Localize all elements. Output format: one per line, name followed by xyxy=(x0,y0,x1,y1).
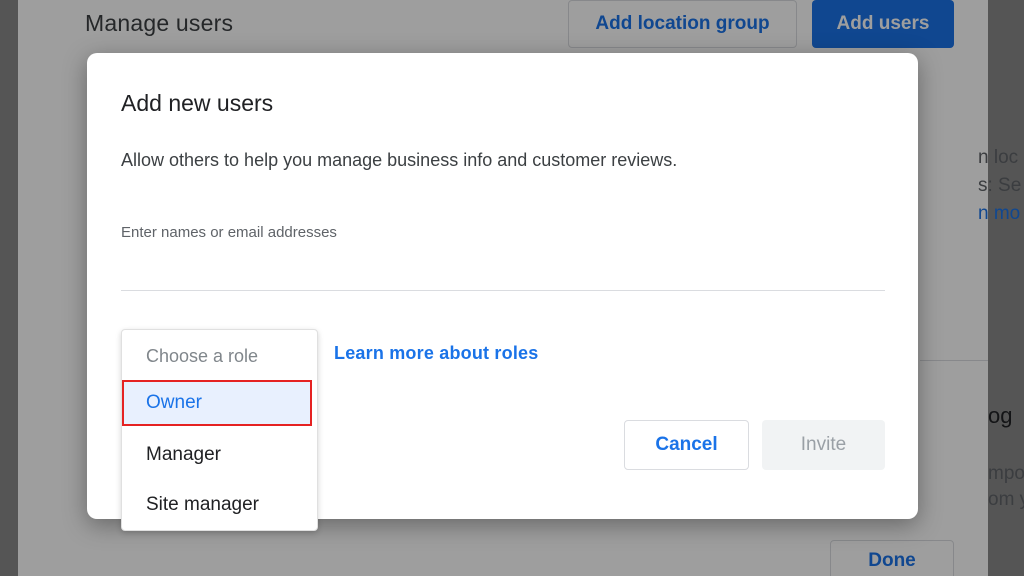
role-option-owner[interactable]: Owner xyxy=(122,380,312,426)
role-option-site-manager[interactable]: Site manager xyxy=(122,482,319,528)
role-dropdown[interactable]: Choose a role Owner Manager Site manager xyxy=(121,329,318,531)
email-input[interactable] xyxy=(121,223,885,291)
dialog-title: Add new users xyxy=(121,90,274,116)
dialog-description: Allow others to help you manage business… xyxy=(121,150,678,170)
role-option-manager[interactable]: Manager xyxy=(122,432,319,478)
invite-button[interactable]: Invite xyxy=(762,420,885,470)
learn-more-roles-link[interactable]: Learn more about roles xyxy=(334,343,538,364)
role-placeholder: Choose a role xyxy=(146,346,259,366)
cancel-button[interactable]: Cancel xyxy=(624,420,749,470)
